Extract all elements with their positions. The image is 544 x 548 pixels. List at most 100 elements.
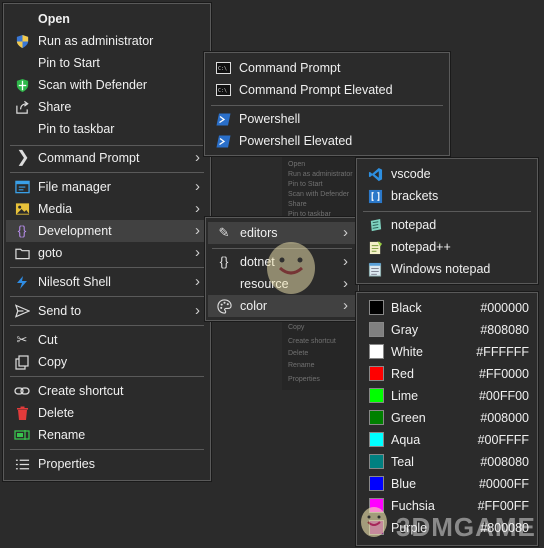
separator [363, 211, 531, 212]
menu-item-file-manager[interactable]: File manager › [6, 176, 208, 198]
notepad-icon [367, 217, 383, 233]
chevron-right-icon: ❯ [16, 149, 30, 166]
menu-item-notepad[interactable]: notepad [359, 214, 535, 236]
ghost-item: Scan with Defender [288, 191, 350, 198]
menu-item-editors[interactable]: ✎ editors › [208, 222, 356, 244]
file-manager-label: File manager [38, 180, 111, 194]
editors-label: editors [240, 226, 278, 240]
menu-item-pin-to-start[interactable]: Pin to Start [6, 52, 208, 74]
color-hex-label: #808080 [480, 323, 529, 337]
cmd-console-icon: C:\ [215, 82, 231, 98]
menu-item-delete[interactable]: Delete [6, 402, 208, 424]
link-icon [14, 383, 30, 399]
color-name-label: Gray [391, 323, 419, 337]
scissors-icon: ✂ [16, 332, 28, 347]
main-context-menu: Open Run as administrator Pin to Start S… [3, 3, 211, 481]
pin-taskbar-label: Pin to taskbar [38, 122, 115, 136]
properties-label: Properties [38, 457, 95, 471]
color-item-blue[interactable]: Blue #0000FF [359, 473, 535, 495]
color-swatch [369, 388, 384, 403]
color-swatch [369, 344, 384, 359]
color-item-black[interactable]: Black #000000 [359, 297, 535, 319]
separator [10, 172, 204, 173]
separator [10, 296, 204, 297]
file-manager-icon [14, 179, 30, 195]
cut-label: Cut [38, 333, 58, 347]
ghost-item: Share [288, 201, 307, 208]
color-swatch [369, 366, 384, 381]
submenu-arrow-icon: › [343, 224, 348, 241]
menu-item-media[interactable]: Media › [6, 198, 208, 220]
menu-item-create-shortcut[interactable]: Create shortcut [6, 380, 208, 402]
properties-list-icon [14, 456, 30, 472]
menu-item-send-to[interactable]: Send to › [6, 300, 208, 322]
submenu-arrow-icon: › [195, 273, 200, 290]
submenu-arrow-icon: › [195, 200, 200, 217]
cmd-elevated-label: Command Prompt Elevated [239, 83, 393, 97]
separator [211, 105, 443, 106]
background-ghost-menu: Open Run as administrator Pin to Start S… [282, 157, 357, 222]
menu-item-cmd[interactable]: C:\ Command Prompt [207, 57, 447, 79]
menu-item-share[interactable]: Share [6, 96, 208, 118]
color-label: color [240, 299, 268, 313]
ghost-item: Properties [288, 376, 320, 383]
submenu-arrow-icon: › [195, 222, 200, 239]
color-item-red[interactable]: Red #FF0000 [359, 363, 535, 385]
brackets-icon [367, 188, 383, 204]
color-item-white[interactable]: White #FFFFFF [359, 341, 535, 363]
separator [212, 248, 352, 249]
rename-label: Rename [38, 428, 86, 442]
color-swatch [369, 432, 384, 447]
svg-text:C:\: C:\ [218, 88, 227, 94]
copy-label: Copy [38, 355, 68, 369]
menu-item-properties[interactable]: Properties [6, 453, 208, 475]
menu-item-resource[interactable]: resource › [208, 273, 356, 295]
menu-item-notepadpp[interactable]: notepad++ [359, 236, 535, 258]
command-prompt-label: Command Prompt [38, 151, 140, 165]
menu-item-cut[interactable]: ✂ Cut [6, 329, 208, 351]
menu-item-powershell-elevated[interactable]: Powershell Elevated [207, 130, 447, 152]
color-name-label: Red [391, 367, 414, 381]
windows-notepad-icon [367, 261, 383, 277]
menu-item-command-prompt[interactable]: ❯ Command Prompt › [6, 147, 208, 169]
create-shortcut-label: Create shortcut [38, 384, 124, 398]
menu-item-cmd-elevated[interactable]: C:\ Command Prompt Elevated [207, 79, 447, 101]
svg-text:C:\: C:\ [218, 66, 227, 72]
menu-item-windows-notepad[interactable]: Windows notepad [359, 258, 535, 280]
menu-item-development[interactable]: {} Development › [6, 220, 208, 242]
menu-item-dotnet[interactable]: {} dotnet › [208, 251, 356, 273]
ghost-item: Copy [288, 324, 305, 331]
menu-item-color[interactable]: color › [208, 295, 356, 317]
menu-item-brackets[interactable]: brackets [359, 185, 535, 207]
menu-item-copy[interactable]: Copy [6, 351, 208, 373]
menu-item-goto[interactable]: goto › [6, 242, 208, 264]
cmd-console-icon: C:\ [215, 60, 231, 76]
color-item-green[interactable]: Green #008000 [359, 407, 535, 429]
goto-label: goto [38, 246, 63, 260]
color-item-lime[interactable]: Lime #00FF00 [359, 385, 535, 407]
vscode-label: vscode [391, 167, 431, 181]
open-label: Open [38, 12, 70, 26]
color-hex-label: #008000 [480, 411, 529, 425]
rename-icon [14, 427, 30, 443]
color-item-aqua[interactable]: Aqua #00FFFF [359, 429, 535, 451]
color-name-label: Green [391, 411, 426, 425]
menu-item-nilesoft-shell[interactable]: Nilesoft Shell › [6, 271, 208, 293]
color-hex-label: #0000FF [478, 477, 529, 491]
braces-icon: {} [219, 254, 229, 269]
menu-item-scan-defender[interactable]: Scan with Defender [6, 74, 208, 96]
color-item-teal[interactable]: Teal #008080 [359, 451, 535, 473]
menu-item-rename[interactable]: Rename [6, 424, 208, 446]
color-item-gray[interactable]: Gray #808080 [359, 319, 535, 341]
separator [10, 325, 204, 326]
menu-item-powershell[interactable]: Powershell [207, 108, 447, 130]
powershell-icon [215, 133, 231, 149]
menu-item-vscode[interactable]: vscode [359, 163, 535, 185]
separator [10, 449, 204, 450]
menu-item-open[interactable]: Open [6, 8, 208, 30]
color-swatch [369, 476, 384, 491]
powershell-label: Powershell [239, 112, 301, 126]
color-swatch [369, 322, 384, 337]
menu-item-pin-taskbar[interactable]: Pin to taskbar [6, 118, 208, 140]
menu-item-run-as-admin[interactable]: Run as administrator [6, 30, 208, 52]
